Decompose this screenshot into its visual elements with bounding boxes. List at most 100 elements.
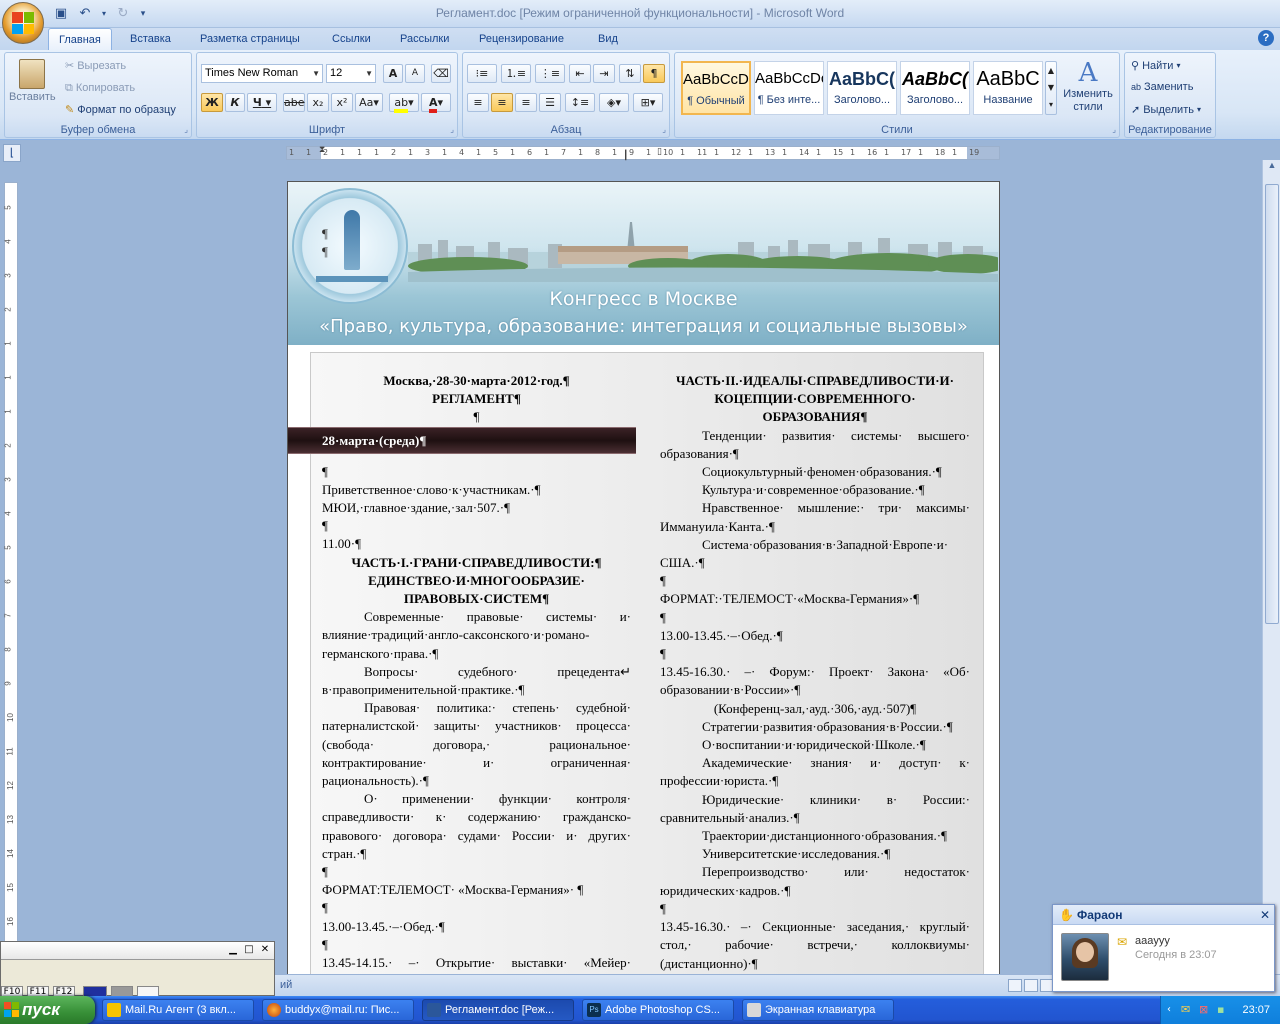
right-column[interactable]: ЧАСТЬ·II.·ИДЕАЛЫ·СПРАВЕДЛИВОСТИ·И· КОЦЕПЦ… — [660, 372, 970, 973]
shrink-font-button[interactable]: A — [405, 64, 425, 83]
line-spacing-button[interactable]: ↕≡ — [565, 93, 595, 112]
find-button[interactable]: ⚲ Найти ▾ — [1131, 59, 1180, 72]
superscript-button[interactable]: x² — [331, 93, 353, 112]
change-case-button[interactable]: Aa▾ — [355, 93, 383, 112]
select-button[interactable]: ➚ Выделить ▾ — [1131, 103, 1201, 116]
customize-qat-icon[interactable]: ▾ — [138, 6, 148, 22]
numbering-button[interactable]: ⒈≡ — [501, 64, 531, 83]
subscript-button[interactable]: x₂ — [307, 93, 329, 112]
windows-logo-icon — [4, 1002, 19, 1017]
quick-access-toolbar: ▣ ↶ ▾ ↻ ▾ — [50, 4, 148, 24]
shading-button[interactable]: ◈▾ — [599, 93, 629, 112]
bullets-button[interactable]: ⁝≡ — [467, 64, 497, 83]
italic-button[interactable]: К — [225, 93, 245, 112]
align-right-button[interactable]: ≡ — [515, 93, 537, 112]
scrollbar-thumb[interactable] — [1265, 184, 1279, 624]
undo-dropdown-icon[interactable]: ▾ — [100, 6, 108, 22]
column-marker-icon[interactable]: ┃ — [623, 151, 628, 161]
close-icon[interactable]: ✕ — [1260, 905, 1270, 925]
justify-button[interactable]: ☰ — [539, 93, 561, 112]
align-left-button[interactable]: ≡ — [467, 93, 489, 112]
connection-tray-icon[interactable]: ▪ — [1217, 996, 1224, 1024]
justify-icon: ☰ — [545, 96, 555, 109]
tab-page-layout[interactable]: Разметка страницы — [190, 28, 310, 50]
multilevel-list-button[interactable]: ⋮≡ — [535, 64, 565, 83]
horizontal-ruler[interactable]: 1 1 2 1 1 1 2 1 3 1 4 1 5 1 6 1 7 1 8 1 9 1 10 1 11 1 12 1 13 1 14 1 15 1… — [286, 145, 1000, 161]
tab-review[interactable]: Рецензирование — [469, 28, 574, 50]
tab-view[interactable]: Вид — [588, 28, 628, 50]
dialog-launcher-icon[interactable]: ⌟ — [450, 125, 454, 134]
bold-button[interactable]: Ж — [201, 93, 223, 112]
scroll-up-icon[interactable]: ▲ — [1264, 160, 1280, 178]
task-onscreen-keyboard[interactable]: Экранная клавиатура — [742, 999, 894, 1021]
replace-button[interactable]: ab Заменить — [1131, 81, 1193, 93]
tab-mailings[interactable]: Рассылки — [390, 28, 459, 50]
style-title[interactable]: AaBbC Название — [973, 61, 1043, 115]
task-photoshop[interactable]: Ps Adobe Photoshop CS... — [582, 999, 734, 1021]
cut-button[interactable]: ✂ Вырезать — [65, 59, 126, 72]
task-firefox[interactable]: buddyx@mail.ru: Пис... — [262, 999, 414, 1021]
vertical-scrollbar[interactable]: ▲ — [1262, 160, 1280, 976]
font-color-button[interactable]: A▾ — [421, 93, 451, 113]
font-color-icon: A — [428, 96, 438, 113]
dialog-launcher-icon[interactable]: ⌟ — [662, 125, 666, 134]
task-word[interactable]: Регламент.doc [Реж... — [422, 999, 574, 1021]
style-no-spacing[interactable]: AaBbCcDc ¶ Без инте... — [754, 61, 824, 115]
style-normal[interactable]: AaBbCcDc ¶ Обычный — [681, 61, 751, 115]
tab-insert[interactable]: Вставка — [120, 28, 181, 50]
minimize-icon[interactable]: ▁ — [227, 945, 239, 957]
style-heading-1[interactable]: AaBbC( Заголово... — [827, 61, 897, 115]
indent-marker-icon[interactable]: ⧗ — [319, 145, 325, 155]
mail-tray-icon[interactable]: ✉ — [1181, 996, 1190, 1024]
maximize-icon[interactable]: □ — [243, 945, 255, 957]
redo-icon[interactable]: ↻ — [114, 6, 132, 22]
text-line: РЕГЛАМЕНТ¶ — [432, 391, 521, 407]
font-name-select[interactable]: Times New Roman ▼ — [201, 64, 323, 83]
show-marks-button[interactable]: ¶ — [643, 64, 665, 83]
format-painter-button[interactable]: ✎ Формат по образцу — [65, 103, 176, 116]
network-tray-icon[interactable]: ⊠ — [1199, 996, 1208, 1024]
dialog-launcher-icon[interactable]: ⌟ — [1112, 125, 1116, 134]
increase-indent-button[interactable]: ⇥ — [593, 64, 615, 83]
grow-font-button[interactable]: A — [383, 64, 403, 83]
office-button[interactable] — [2, 2, 44, 44]
underline-button[interactable]: Ч ▾ — [247, 93, 277, 112]
vertical-ruler[interactable]: 5 4 3 2 1 1 1 2 3 4 5 6 7 8 9 10 11 12 13 14 15 16 — [4, 182, 18, 942]
font-size-select[interactable]: 12 ▼ — [326, 64, 376, 83]
align-center-button[interactable]: ≡ — [491, 93, 513, 112]
tab-references[interactable]: Ссылки — [322, 28, 381, 50]
task-mailru-agent[interactable]: Mail.Ru Агент (3 вкл... — [102, 999, 254, 1021]
styles-scroll[interactable]: ▲ ▼ ▾ — [1045, 61, 1057, 115]
borders-button[interactable]: ⊞▾ — [633, 93, 663, 112]
firefox-icon — [267, 1003, 281, 1017]
change-styles-button[interactable]: A Изменить стили — [1059, 59, 1117, 114]
column-marker-icon[interactable]: ▯ — [657, 147, 662, 157]
clear-format-button[interactable]: ⌫ — [431, 64, 451, 83]
strikethrough-button[interactable]: abe — [283, 93, 305, 112]
undo-icon[interactable]: ↶ — [76, 6, 94, 22]
help-icon[interactable]: ? — [1258, 30, 1274, 46]
dialog-launcher-icon[interactable]: ⌟ — [184, 125, 188, 134]
copy-button[interactable]: ⧉ Копировать — [65, 81, 135, 95]
keyboard-icon — [747, 1003, 761, 1017]
left-column[interactable]: Москва,·28-30·марта·2012·год.¶ РЕГЛАМЕНТ¶… — [322, 372, 631, 980]
tray-expand-icon[interactable]: ‹ — [1167, 996, 1171, 1024]
decrease-indent-button[interactable]: ⇤ — [569, 64, 591, 83]
tab-selector[interactable]: ⌊ — [3, 144, 21, 162]
highlight-button[interactable]: ab▾ — [389, 93, 419, 113]
full-screen-view-icon[interactable] — [1024, 979, 1038, 992]
style-heading-2[interactable]: AaBbC( Заголово... — [900, 61, 970, 115]
start-button[interactable]: пуск — [0, 996, 95, 1024]
system-tray: ‹ ✉ ⊠ ▪ 23:07 — [1160, 996, 1280, 1024]
document-page[interactable]: ¶ ¶ Конгресс в Москве «Право, культура, … — [287, 181, 1000, 981]
ruler-tick: 10 — [5, 713, 15, 722]
close-icon[interactable]: ✕ — [259, 945, 271, 957]
tab-home[interactable]: Главная — [48, 28, 112, 51]
save-icon[interactable]: ▣ — [52, 6, 70, 22]
sort-button[interactable]: ⇅ — [619, 64, 641, 83]
mail-agent-notification[interactable]: ✋ Фараон ✕ ✉ aaayyy Сегодня в 23:07 — [1052, 904, 1275, 992]
print-layout-view-icon[interactable] — [1008, 979, 1022, 992]
on-screen-keyboard-window[interactable]: ▁ □ ✕ F10 F11 F12 — [0, 941, 275, 998]
status-language: ий — [280, 979, 293, 991]
paste-button[interactable]: Вставить — [9, 59, 56, 103]
